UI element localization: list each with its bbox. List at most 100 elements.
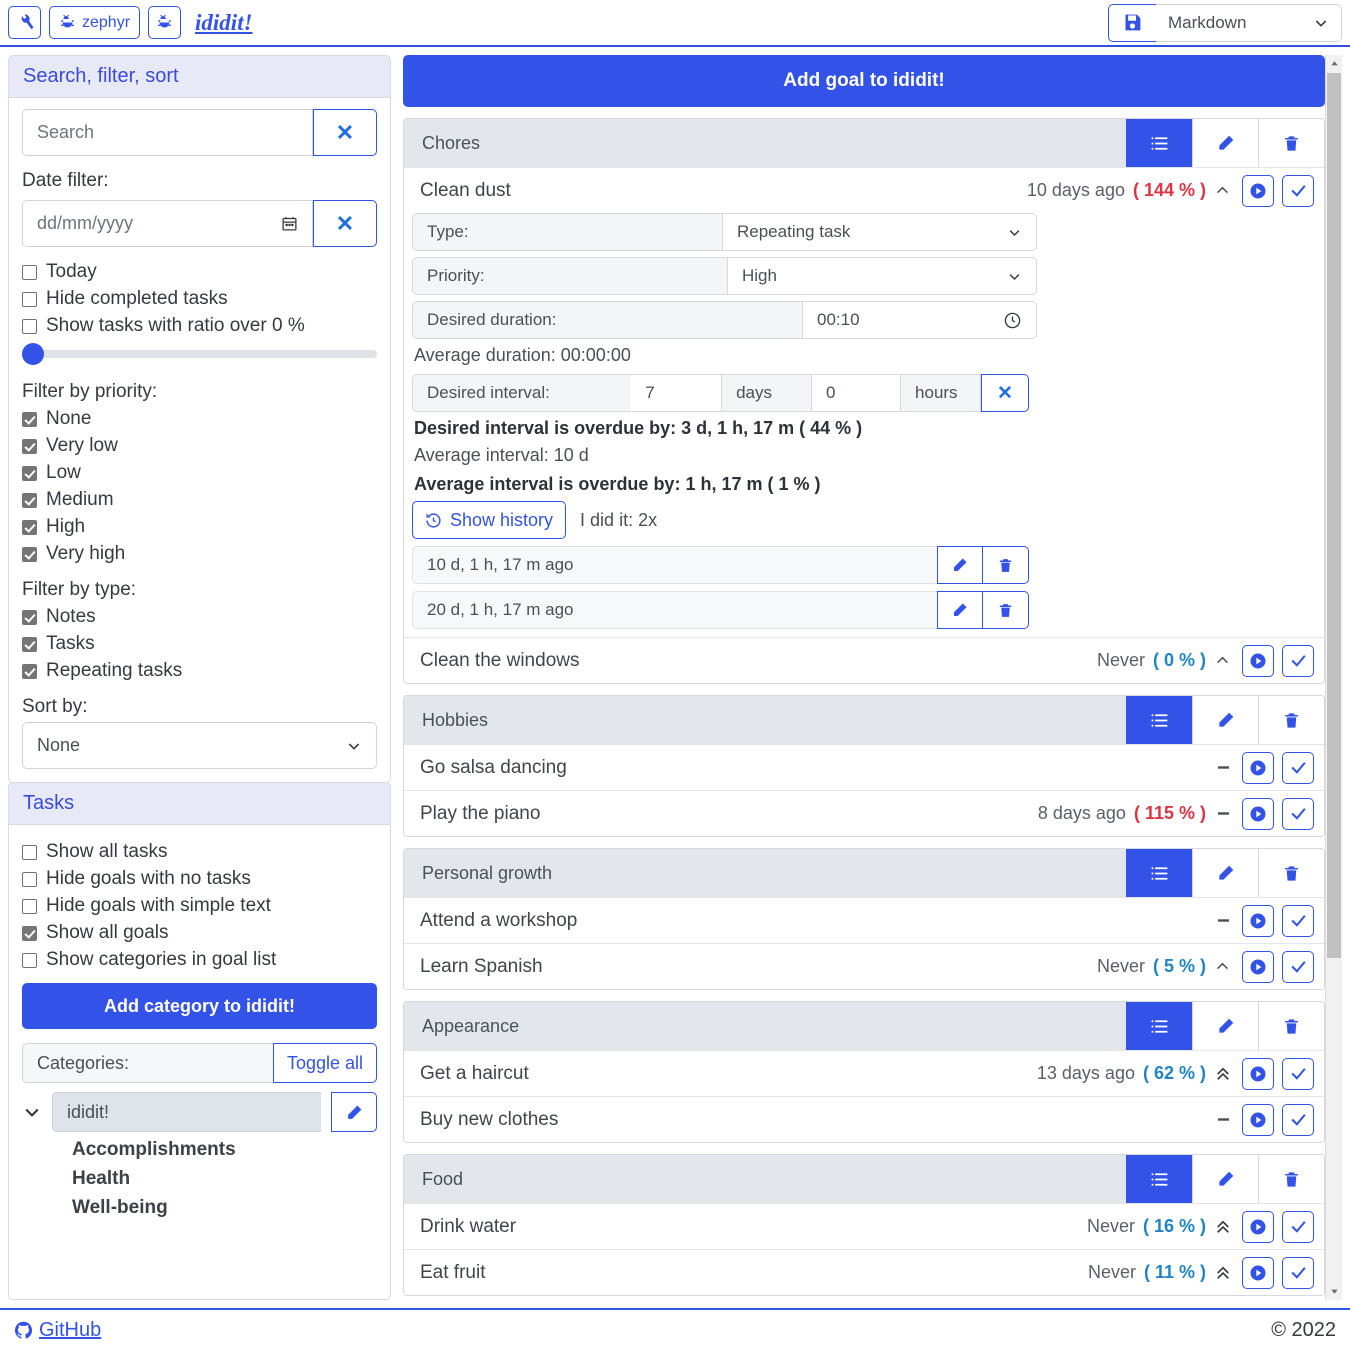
clear-interval-button[interactable]: ✕ <box>980 374 1029 412</box>
checkbox-box[interactable] <box>22 492 37 508</box>
detail-interval-hours-input[interactable]: 0 <box>812 374 902 412</box>
task-list-button[interactable] <box>1126 696 1192 744</box>
detail-priority-select[interactable]: High <box>727 257 1037 295</box>
mark-done-button[interactable] <box>1282 1103 1314 1136</box>
checkbox-box[interactable] <box>22 519 37 535</box>
mark-done-button[interactable] <box>1282 174 1314 207</box>
ratio-slider[interactable] <box>22 343 377 365</box>
task-list-button[interactable] <box>1126 1002 1192 1050</box>
zephyr-button[interactable]: zephyr <box>49 6 141 39</box>
option-show-all-goals[interactable]: Show all goals <box>22 922 377 944</box>
edit-card-button[interactable] <box>1192 1002 1258 1050</box>
subcategory-health[interactable]: Health <box>72 1168 377 1190</box>
checkbox-box[interactable] <box>22 636 37 652</box>
wrench-button[interactable] <box>8 6 41 39</box>
clock-icon[interactable] <box>1003 311 1022 330</box>
subcategory-well-being[interactable]: Well-being <box>72 1197 377 1219</box>
checkbox-box[interactable] <box>22 411 37 427</box>
goal-row-clean-dust[interactable]: Clean dust 10 days ago ( 144 % ) <box>404 167 1324 213</box>
toggle-all-button[interactable]: Toggle all <box>272 1043 377 1083</box>
start-timer-button[interactable] <box>1242 1210 1274 1243</box>
start-timer-button[interactable] <box>1242 1256 1274 1289</box>
start-timer-button[interactable] <box>1242 797 1274 830</box>
edit-card-button[interactable] <box>1192 696 1258 744</box>
checkbox-box[interactable] <box>22 438 37 454</box>
mark-done-button[interactable] <box>1282 751 1314 784</box>
goal-row-learn-spanish[interactable]: Learn Spanish Never ( 5 % ) <box>404 943 1324 989</box>
brand-logo[interactable]: ididit! <box>189 10 259 36</box>
start-timer-button[interactable] <box>1242 174 1274 207</box>
mark-done-button[interactable] <box>1282 797 1314 830</box>
goal-row-play-the-piano[interactable]: Play the piano 8 days ago ( 115 % ) <box>404 790 1324 836</box>
goal-row-eat-fruit[interactable]: Eat fruit Never ( 11 % ) <box>404 1249 1324 1295</box>
start-timer-button[interactable] <box>1242 751 1274 784</box>
checkbox-box[interactable] <box>22 925 37 941</box>
start-timer-button[interactable] <box>1242 904 1274 937</box>
chevron-down-icon[interactable] <box>22 1102 42 1122</box>
start-timer-button[interactable] <box>1242 1103 1274 1136</box>
scroll-down-arrow[interactable] <box>1326 1283 1343 1300</box>
task-list-button[interactable] <box>1126 1155 1192 1203</box>
checkbox-box[interactable] <box>22 546 37 562</box>
goal-row-attend-a-workshop[interactable]: Attend a workshop <box>404 897 1324 943</box>
task-list-button[interactable] <box>1126 119 1192 167</box>
checkbox-box[interactable] <box>22 465 37 481</box>
scrollbar-thumb[interactable] <box>1327 73 1341 958</box>
checkbox-box[interactable] <box>22 609 37 625</box>
priority-very-low[interactable]: Very low <box>22 435 377 457</box>
mark-done-button[interactable] <box>1282 644 1314 677</box>
edit-history-entry-button[interactable] <box>937 546 983 584</box>
checkbox-box[interactable] <box>22 871 37 887</box>
checkbox-box[interactable] <box>22 663 37 679</box>
edit-category-button[interactable] <box>331 1092 377 1132</box>
checkbox-box[interactable] <box>22 318 37 334</box>
option-show-all-tasks[interactable]: Show all tasks <box>22 841 377 863</box>
priority-low[interactable]: Low <box>22 462 377 484</box>
start-timer-button[interactable] <box>1242 1057 1274 1090</box>
mark-done-button[interactable] <box>1282 1057 1314 1090</box>
clear-date-button[interactable]: ✕ <box>313 200 377 247</box>
github-link[interactable]: GitHub <box>14 1319 101 1342</box>
mark-done-button[interactable] <box>1282 950 1314 983</box>
priority-high[interactable]: High <box>22 516 377 538</box>
date-input[interactable]: dd/mm/yyyy <box>22 200 313 247</box>
task-list-button[interactable] <box>1126 849 1192 897</box>
delete-card-button[interactable] <box>1258 696 1324 744</box>
edit-card-button[interactable] <box>1192 1155 1258 1203</box>
goal-row-get-a-haircut[interactable]: Get a haircut 13 days ago ( 62 % ) <box>404 1050 1324 1096</box>
priority-none[interactable]: None <box>22 408 377 430</box>
checkbox-today[interactable]: Today <box>22 261 377 283</box>
type-repeating-tasks[interactable]: Repeating tasks <box>22 660 377 682</box>
sort-by-select[interactable]: None <box>22 722 377 769</box>
scroll-up-arrow[interactable] <box>1326 55 1343 72</box>
delete-history-entry-button[interactable] <box>983 546 1029 584</box>
checkbox-box[interactable] <box>22 291 37 307</box>
type-notes[interactable]: Notes <box>22 606 377 628</box>
checkbox-box[interactable] <box>22 898 37 914</box>
add-category-button[interactable]: Add category to ididit! <box>22 983 377 1029</box>
delete-card-button[interactable] <box>1258 849 1324 897</box>
detail-type-select[interactable]: Repeating task <box>722 213 1037 251</box>
priority-very-high[interactable]: Very high <box>22 543 377 565</box>
mark-done-button[interactable] <box>1282 1256 1314 1289</box>
checkbox-box[interactable] <box>22 952 37 968</box>
option-show-categories-in-goal-list[interactable]: Show categories in goal list <box>22 949 377 971</box>
priority-medium[interactable]: Medium <box>22 489 377 511</box>
category-root-name[interactable]: ididit! <box>52 1092 321 1132</box>
start-timer-button[interactable] <box>1242 950 1274 983</box>
bug-button[interactable] <box>148 6 182 39</box>
calendar-icon[interactable] <box>281 215 298 232</box>
detail-duration-input[interactable]: 00:10 <box>802 301 1037 339</box>
detail-interval-days-input[interactable]: 7 <box>631 374 723 412</box>
edit-history-entry-button[interactable] <box>937 591 983 629</box>
format-select[interactable]: Markdown <box>1156 3 1342 42</box>
type-tasks[interactable]: Tasks <box>22 633 377 655</box>
start-timer-button[interactable] <box>1242 644 1274 677</box>
save-button[interactable] <box>1108 3 1156 42</box>
add-goal-button[interactable]: Add goal to ididit! <box>403 55 1325 107</box>
show-history-button[interactable]: Show history <box>412 501 567 539</box>
mark-done-button[interactable] <box>1282 1210 1314 1243</box>
main-scrollbar[interactable] <box>1325 55 1342 1300</box>
clear-search-button[interactable]: ✕ <box>313 109 377 156</box>
subcategory-accomplishments[interactable]: Accomplishments <box>72 1139 377 1161</box>
